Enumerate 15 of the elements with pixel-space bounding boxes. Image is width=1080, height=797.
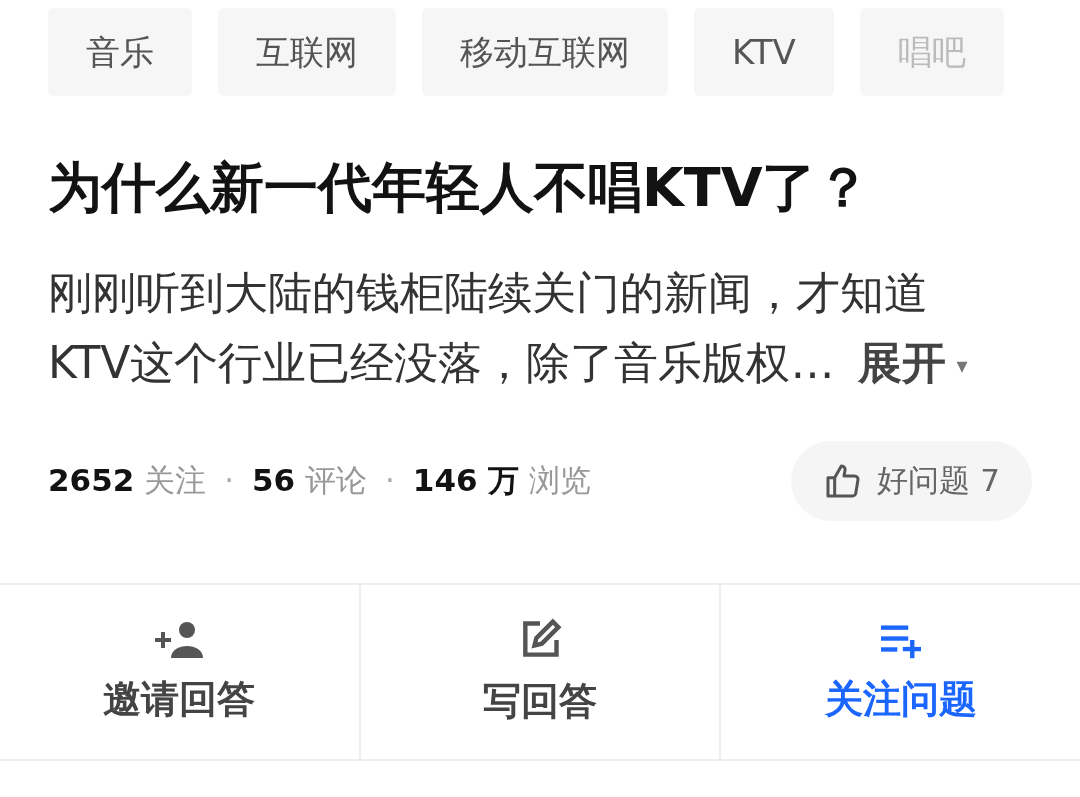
caret-icon: ▾ bbox=[956, 353, 968, 378]
topic-tag[interactable]: 移动互联网 bbox=[422, 8, 668, 96]
separator-dot: · bbox=[224, 462, 234, 498]
question-title: 为什么新一代年轻人不唱KTV了？ bbox=[48, 158, 872, 218]
stat-count: 2652 关注 bbox=[48, 461, 207, 500]
add-person-icon bbox=[153, 619, 206, 660]
separator-dot: · bbox=[385, 462, 395, 498]
good-question-button[interactable]: 好问题 7 bbox=[791, 441, 1032, 521]
topic-tag[interactable]: KTV bbox=[694, 8, 834, 96]
stat-count: 56 评论 bbox=[252, 461, 367, 500]
topic-tag[interactable]: 互联网 bbox=[218, 8, 396, 96]
expand-link[interactable]: 展开 ▾ bbox=[858, 337, 968, 388]
stat-count: 146 万 浏览 bbox=[412, 461, 592, 500]
topic-tag[interactable]: 音乐 bbox=[48, 8, 192, 96]
question-excerpt: 刚刚听到大陆的钱柜陆续关门的新闻，才知道KTV这个行业已经没落，除了音乐版权… 展开 ▾ bbox=[48, 266, 969, 390]
